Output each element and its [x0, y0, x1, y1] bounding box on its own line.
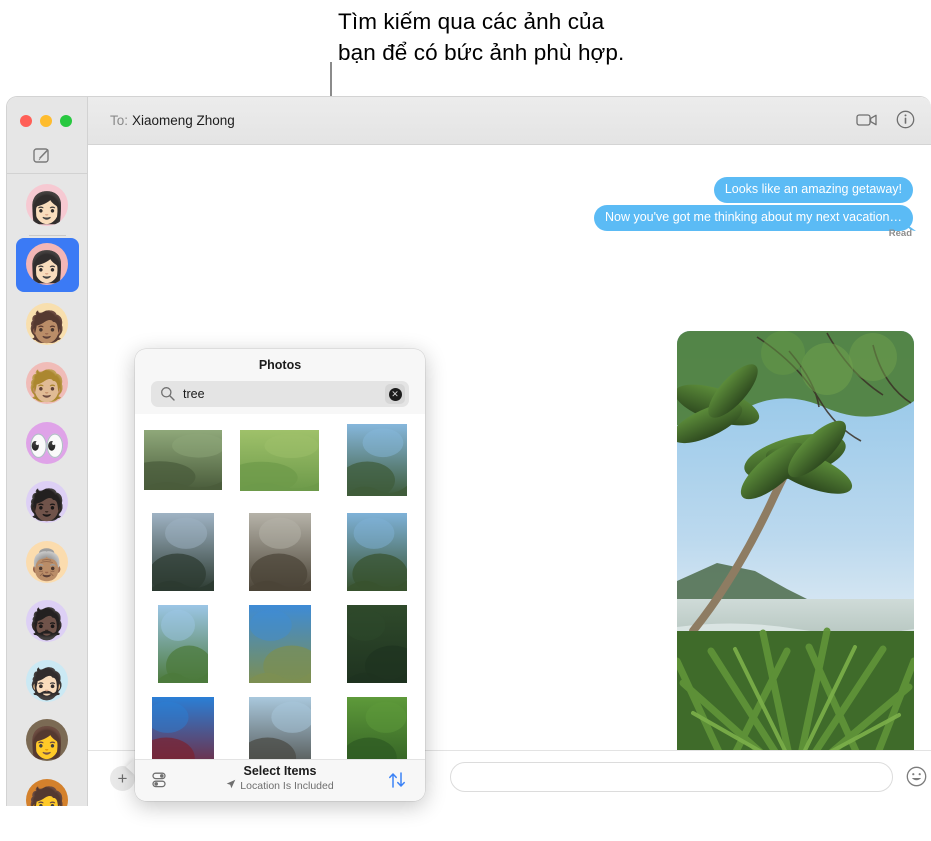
compose-toolbar — [7, 141, 87, 174]
photo-grid-row — [135, 414, 425, 506]
avatar: 🧑🏿 — [26, 481, 68, 524]
location-arrow-icon — [226, 779, 236, 792]
photo-thumbnail-cell[interactable] — [137, 690, 229, 759]
photo-white-flower-green[interactable] — [346, 697, 407, 759]
location-included-row: Location Is Included — [135, 779, 425, 792]
photo-results-grid[interactable] — [135, 414, 425, 759]
photo-green-meadow-trees[interactable] — [240, 429, 320, 491]
callout-line-2: bạn để có bức ảnh phù hợp. — [338, 40, 625, 65]
recipient-name[interactable]: Xiaomeng Zhong — [132, 113, 235, 128]
photo-black-sand-beach[interactable] — [248, 697, 311, 759]
popover-footer: Select Items Location Is Included — [135, 759, 425, 801]
avatar: 👩🏻 — [26, 243, 68, 286]
avatar: 🧑🏼 — [26, 362, 68, 405]
photo-thumbnail-cell[interactable] — [234, 598, 326, 690]
photo-grid-row — [135, 690, 425, 759]
clear-circle-icon: ✕ — [388, 387, 402, 401]
photo-thumbnail-cell[interactable] — [137, 598, 229, 690]
sidebar-item-memoji-eyes[interactable]: 👀 — [7, 413, 87, 473]
sidebar-item-memoji-person-short-hair[interactable]: 🧑🏼 — [7, 354, 87, 414]
clear-search-button[interactable]: ✕ — [385, 384, 405, 404]
conversation-list[interactable]: 👩🏻 👩🏻 🧑🏽 🧑🏼 👀 🧑🏿 👵🏽 🧔🏿 🧔🏻 👩 🧑 — [7, 175, 87, 806]
photo-thumbnail-cell[interactable] — [137, 506, 229, 598]
smiley-face-icon[interactable] — [906, 766, 927, 792]
message-bubble[interactable]: Now you've got me thinking about my next… — [594, 205, 913, 231]
photo-palm-over-river[interactable] — [346, 424, 407, 496]
close-button[interactable] — [20, 115, 32, 127]
attached-photo[interactable] — [677, 331, 914, 794]
titlebar-actions — [856, 110, 915, 134]
sidebar-item-memoji-man-beard-cap[interactable]: 🧔🏿 — [7, 592, 87, 652]
photo-palm-grass-sky[interactable] — [158, 605, 209, 683]
search-input[interactable]: tree — [183, 387, 205, 401]
photo-thumbnail-cell[interactable] — [137, 414, 229, 506]
photo-rocky-stream-forest[interactable] — [144, 430, 223, 490]
photo-thumbnail-cell[interactable] — [234, 506, 326, 598]
photo-coastal-cliff-waves[interactable] — [152, 513, 215, 591]
select-items-label[interactable]: Select Items — [135, 764, 425, 778]
sidebar-item-memoji-man-beard[interactable]: 🧔🏻 — [7, 651, 87, 711]
message-bubble[interactable]: Looks like an amazing getaway! — [713, 177, 913, 203]
conversation-titlebar: To: Xiaomeng Zhong — [88, 97, 931, 145]
sidebar-item-memoji-woman-glasses[interactable]: 👩🏻 — [7, 175, 87, 235]
photo-sea-stack-rocks[interactable] — [248, 513, 311, 591]
photo-jungle-river[interactable] — [346, 513, 407, 591]
list-separator — [29, 234, 66, 236]
video-camera-icon[interactable] — [856, 112, 878, 133]
photo-grid-row — [135, 598, 425, 690]
location-included-label: Location Is Included — [240, 779, 334, 792]
callout-text: Tìm kiếm qua các ảnh của bạn để có bức ả… — [338, 6, 738, 68]
avatar: 🧑🏽 — [26, 302, 68, 345]
photo-palm-path-ocean[interactable] — [346, 605, 407, 683]
magnifier-icon — [160, 386, 175, 406]
avatar: 🧔🏻 — [26, 659, 68, 702]
photo-red-leaves-blue-sky[interactable] — [152, 697, 215, 759]
photo-golden-retriever-flowers[interactable] — [248, 605, 311, 683]
sidebar-item-photo-person-hat[interactable]: 🧑 — [7, 770, 87, 806]
photos-search-field[interactable]: tree ✕ — [151, 381, 409, 407]
window-traffic-lights — [20, 115, 72, 127]
info-circle-icon[interactable] — [896, 110, 915, 134]
avatar: 👩🏻 — [26, 183, 68, 226]
conversations-sidebar: 👩🏻 👩🏻 🧑🏽 🧑🏼 👀 🧑🏿 👵🏽 🧔🏿 🧔🏻 👩 🧑 — [7, 97, 88, 806]
photo-thumbnail-cell[interactable] — [234, 414, 326, 506]
minimize-button[interactable] — [40, 115, 52, 127]
sidebar-item-photo-woman-portrait[interactable]: 👩 — [7, 711, 87, 771]
photos-popover: Photos tree ✕ Select Items Location Is I… — [135, 349, 425, 801]
avatar: 👩 — [26, 719, 68, 762]
avatar: 🧑 — [26, 778, 68, 806]
callout-line-1: Tìm kiếm qua các ảnh của — [338, 9, 605, 34]
message-input[interactable] — [450, 762, 893, 792]
compose-icon[interactable] — [31, 145, 51, 165]
popover-footer-labels: Select Items Location Is Included — [135, 764, 425, 792]
sidebar-item-memoji-person-sunglasses[interactable]: 🧑🏿 — [7, 473, 87, 533]
sidebar-item-memoji-person-green-beanie[interactable]: 🧑🏽 — [7, 294, 87, 354]
read-receipt: Read — [888, 228, 912, 239]
photo-thumbnail-cell[interactable] — [331, 598, 423, 690]
sidebar-item-memoji-older-woman[interactable]: 👵🏽 — [7, 532, 87, 592]
photo-grid-row — [135, 506, 425, 598]
photo-thumbnail-cell[interactable] — [331, 414, 423, 506]
photo-thumbnail-cell[interactable] — [331, 506, 423, 598]
to-label: To: — [110, 113, 129, 128]
photo-thumbnail-cell[interactable] — [234, 690, 326, 759]
zoom-button[interactable] — [60, 115, 72, 127]
photo-thumbnail-cell[interactable] — [331, 690, 423, 759]
avatar: 🧔🏿 — [26, 600, 68, 643]
avatar: 👵🏽 — [26, 540, 68, 583]
sidebar-item-memoji-woman-bob[interactable]: 👩🏻 — [7, 234, 87, 295]
avatar: 👀 — [26, 421, 68, 464]
up-down-arrows-icon[interactable] — [387, 771, 407, 794]
popover-title: Photos — [258, 358, 302, 372]
